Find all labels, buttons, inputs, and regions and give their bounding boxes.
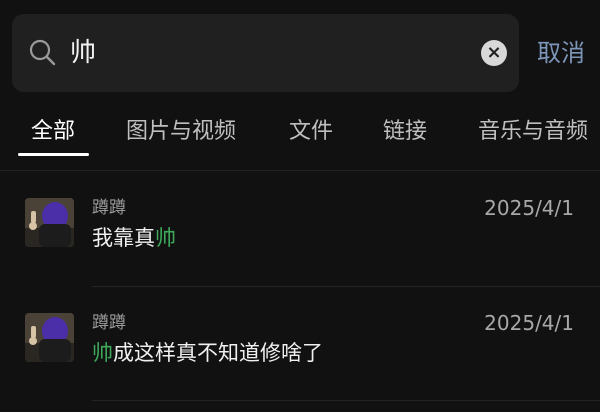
tab-bar: 全部 图片与视频 文件 链接 音乐与音频 xyxy=(0,112,600,156)
search-input[interactable]: 帅 xyxy=(70,36,96,70)
avatar xyxy=(25,313,74,362)
list-item[interactable]: 蹲蹲 2025/4/1 帅成这样真不知道修啥了 xyxy=(0,311,600,403)
message-text: 我靠真帅 xyxy=(92,222,176,254)
search-highlight: 帅 xyxy=(155,226,176,250)
search-icon xyxy=(28,38,58,68)
tab-files[interactable]: 文件 xyxy=(289,112,333,152)
divider xyxy=(0,170,600,171)
message-text: 帅成这样真不知道修啥了 xyxy=(92,337,323,369)
tab-music-audio[interactable]: 音乐与音频 xyxy=(478,112,588,152)
clear-icon[interactable]: × xyxy=(481,40,507,66)
list-item[interactable]: 蹲蹲 2025/4/1 我靠真帅 xyxy=(0,196,600,288)
cancel-button[interactable]: 取消 xyxy=(537,36,585,70)
sender-name: 蹲蹲 xyxy=(92,313,126,333)
active-tab-indicator xyxy=(18,153,89,156)
tab-links[interactable]: 链接 xyxy=(383,112,427,152)
divider xyxy=(92,400,600,401)
search-box[interactable]: 帅 × xyxy=(12,14,519,92)
message-date: 2025/4/1 xyxy=(484,311,574,335)
message-text-after: 成这样真不知道修啥了 xyxy=(113,341,323,365)
divider xyxy=(92,286,600,287)
tab-images-videos[interactable]: 图片与视频 xyxy=(126,112,236,152)
tab-all[interactable]: 全部 xyxy=(31,112,75,152)
message-text-before: 我靠真 xyxy=(92,226,155,250)
message-date: 2025/4/1 xyxy=(484,196,574,220)
sender-name: 蹲蹲 xyxy=(92,198,126,218)
search-highlight: 帅 xyxy=(92,341,113,365)
avatar xyxy=(25,198,74,247)
